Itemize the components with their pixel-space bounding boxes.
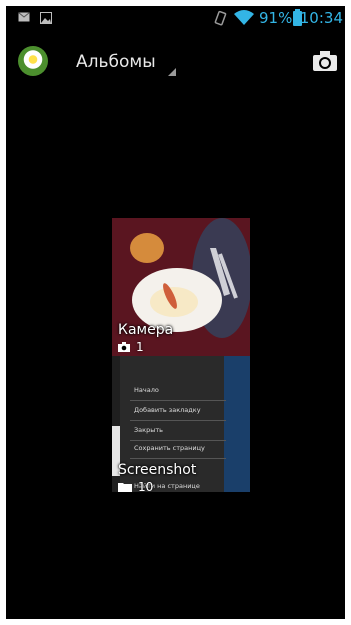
- battery-percent: 91%: [259, 9, 293, 27]
- dropdown-indicator-icon[interactable]: [168, 68, 176, 76]
- mail-icon: [18, 12, 30, 22]
- album-count: 10: [138, 480, 154, 492]
- album-count: 1: [136, 340, 144, 354]
- image-icon: [40, 12, 52, 24]
- menu-item: Добавить закладку: [134, 406, 201, 414]
- rotate-icon: [214, 10, 227, 26]
- divider: [130, 420, 226, 421]
- camera-icon[interactable]: [312, 50, 338, 72]
- wifi-icon: [234, 10, 254, 25]
- clock: 10:34: [299, 9, 343, 27]
- folder-icon: [118, 483, 132, 492]
- album-label: Камера: [118, 322, 174, 338]
- menu-item: Сохранить страницу: [134, 444, 205, 452]
- action-bar: Альбомы: [6, 38, 345, 86]
- divider: [130, 458, 226, 459]
- album-label: Screenshot: [118, 462, 197, 478]
- phone-screen: 91% 10:34 Альбомы Камера 1 Начало Добави…: [6, 6, 345, 619]
- menu-item: Начало: [134, 386, 159, 394]
- album-spinner-title[interactable]: Альбомы: [76, 52, 156, 72]
- album-tile-screenshot[interactable]: Начало Добавить закладку Закрыть Сохрани…: [112, 356, 250, 492]
- camera-icon: [118, 342, 130, 352]
- divider: [130, 400, 226, 401]
- divider: [130, 440, 226, 441]
- album-count-row: 1: [118, 340, 144, 354]
- daisy-icon[interactable]: [18, 46, 48, 76]
- thumbnail-side-panel: [224, 356, 250, 492]
- menu-item: Закрыть: [134, 426, 163, 434]
- album-tile-camera[interactable]: Камера 1: [112, 218, 250, 356]
- album-count-row: 10: [118, 480, 153, 492]
- status-bar: 91% 10:34: [6, 6, 345, 30]
